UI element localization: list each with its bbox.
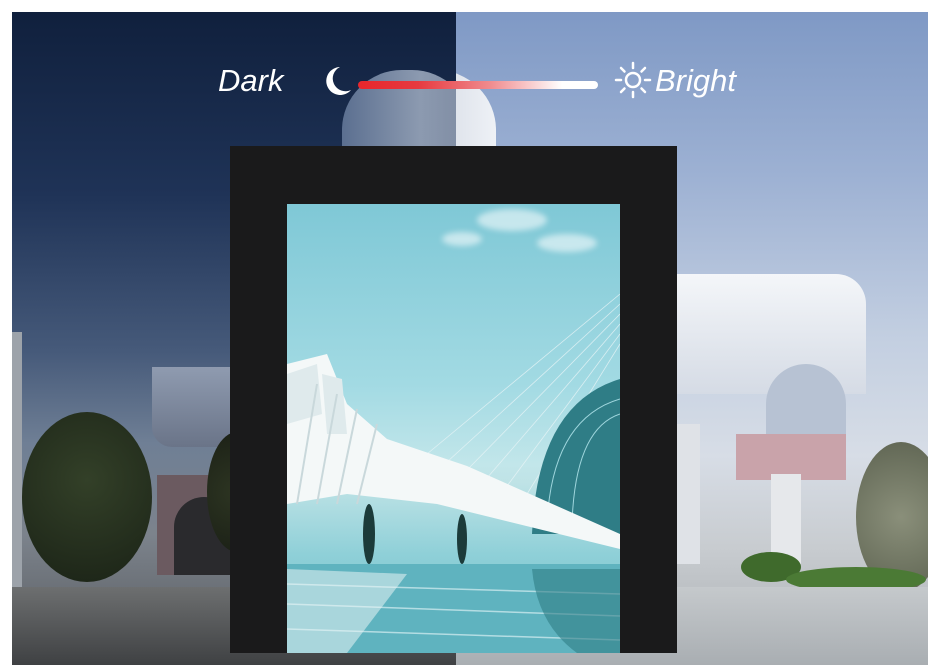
device-screen-photo [287, 204, 620, 653]
tree [22, 412, 152, 582]
device-frame [230, 146, 677, 653]
side-strip [12, 332, 22, 612]
brightness-slider[interactable]: Dark Bright [218, 56, 758, 106]
bright-label: Bright [655, 63, 736, 98]
slider-track[interactable] [358, 81, 598, 89]
moon-icon [326, 67, 351, 95]
sun-icon [614, 61, 652, 99]
building-right [676, 274, 866, 564]
dark-label: Dark [218, 63, 284, 98]
architecture-illustration [287, 293, 620, 653]
